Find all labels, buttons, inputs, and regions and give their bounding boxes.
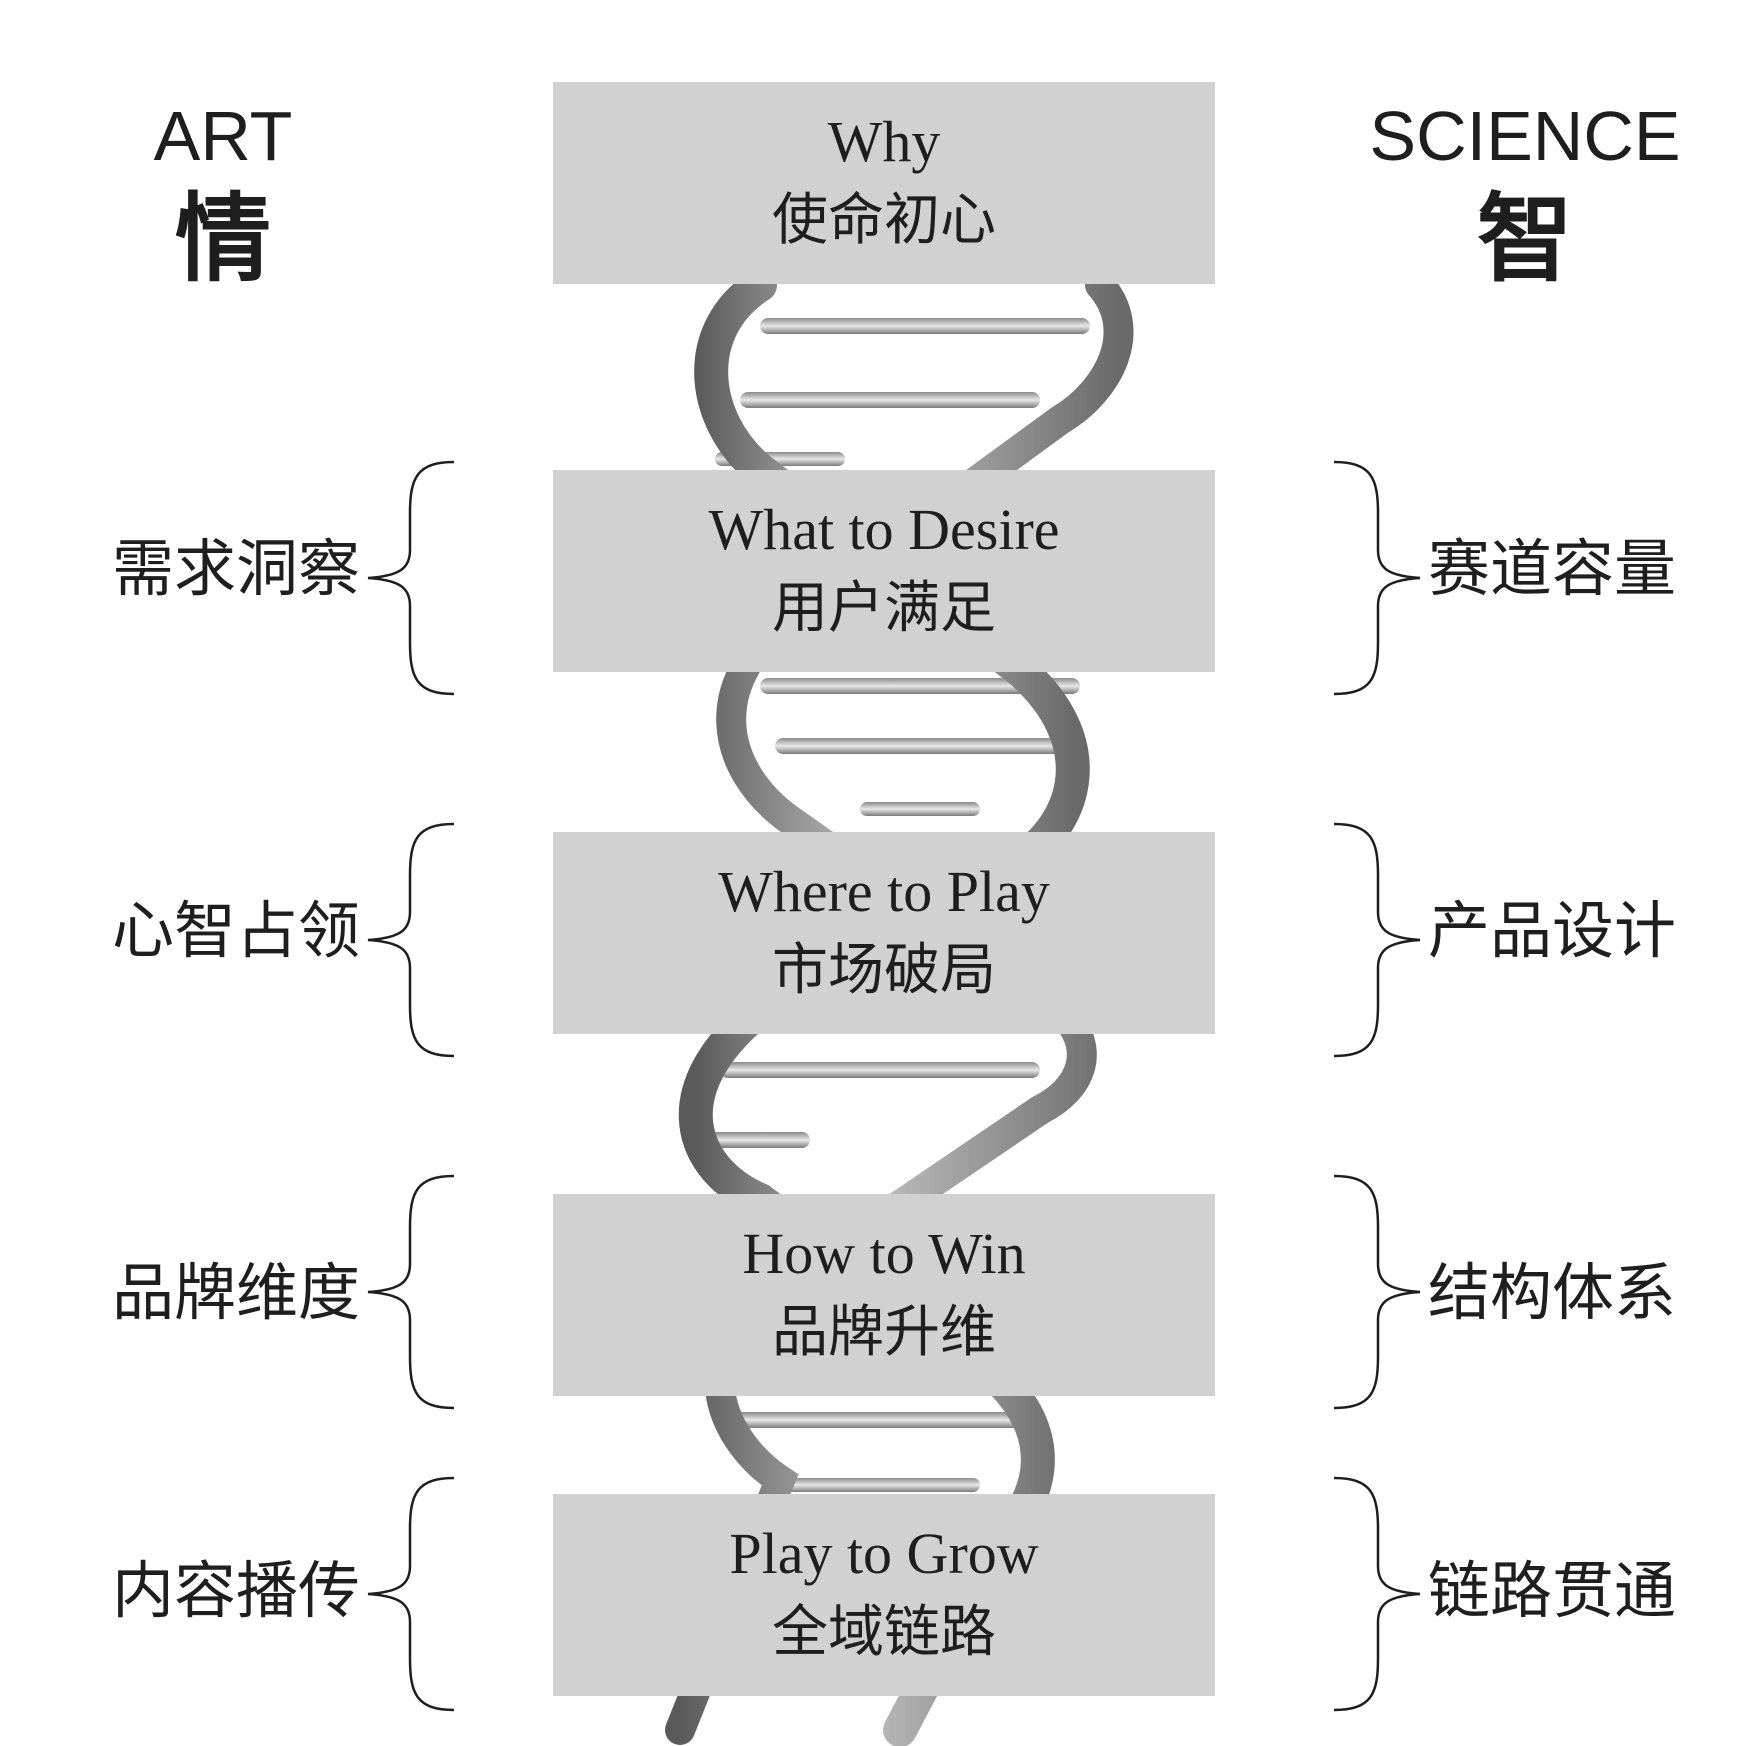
stage-box-how-to-win: How to Win 品牌升维 — [553, 1194, 1215, 1396]
right-brace — [1306, 1172, 1426, 1412]
right-brace — [1306, 1474, 1426, 1714]
stage-box-where-to-play: Where to Play 市场破局 — [553, 832, 1215, 1034]
stage-title-zh: 用户满足 — [772, 576, 996, 641]
left-brace — [362, 1474, 482, 1714]
stage-title-en: How to Win — [742, 1221, 1026, 1286]
left-brace — [362, 1172, 482, 1412]
science-label-track-capacity: 赛道容量 — [1428, 532, 1677, 605]
stage-title-en: What to Desire — [708, 497, 1060, 562]
stage-title-zh: 全域链路 — [772, 1600, 996, 1665]
diagram: ART 情 SCIENCE 智 Why 使命初心 What to Desire … — [0, 0, 1748, 1746]
stage-title-zh: 品牌升维 — [772, 1300, 996, 1365]
stage-box-play-to-grow: Play to Grow 全域链路 — [553, 1494, 1215, 1696]
art-label-mind-capture: 心智占领 — [111, 894, 360, 967]
stage-title-en: Where to Play — [718, 859, 1050, 924]
left-brace — [362, 458, 482, 698]
stage-title-en: Play to Grow — [729, 1521, 1039, 1586]
stage-title-en: Why — [827, 109, 941, 174]
art-header-en: ART — [153, 97, 293, 175]
science-label-link-through: 链路贯通 — [1428, 1554, 1677, 1627]
science-label-product-design: 产品设计 — [1428, 894, 1677, 967]
science-label-structure-system: 结构体系 — [1428, 1256, 1677, 1329]
science-header-zh: 智 — [1477, 183, 1573, 295]
science-header-en: SCIENCE — [1369, 97, 1681, 175]
stage-title-zh: 使命初心 — [772, 188, 996, 253]
right-brace — [1306, 458, 1426, 698]
science-header: SCIENCE 智 — [1350, 96, 1700, 294]
stage-title-zh: 市场破局 — [772, 938, 996, 1003]
art-header-zh: 情 — [175, 183, 271, 295]
stage-box-what-to-desire: What to Desire 用户满足 — [553, 470, 1215, 672]
art-label-brand-dimension: 品牌维度 — [111, 1256, 360, 1329]
art-header: ART 情 — [128, 96, 318, 294]
left-brace — [362, 820, 482, 1060]
right-brace — [1306, 820, 1426, 1060]
art-label-demand-insight: 需求洞察 — [111, 532, 360, 605]
art-label-content-spread: 内容播传 — [111, 1554, 360, 1627]
stage-box-why: Why 使命初心 — [553, 82, 1215, 284]
